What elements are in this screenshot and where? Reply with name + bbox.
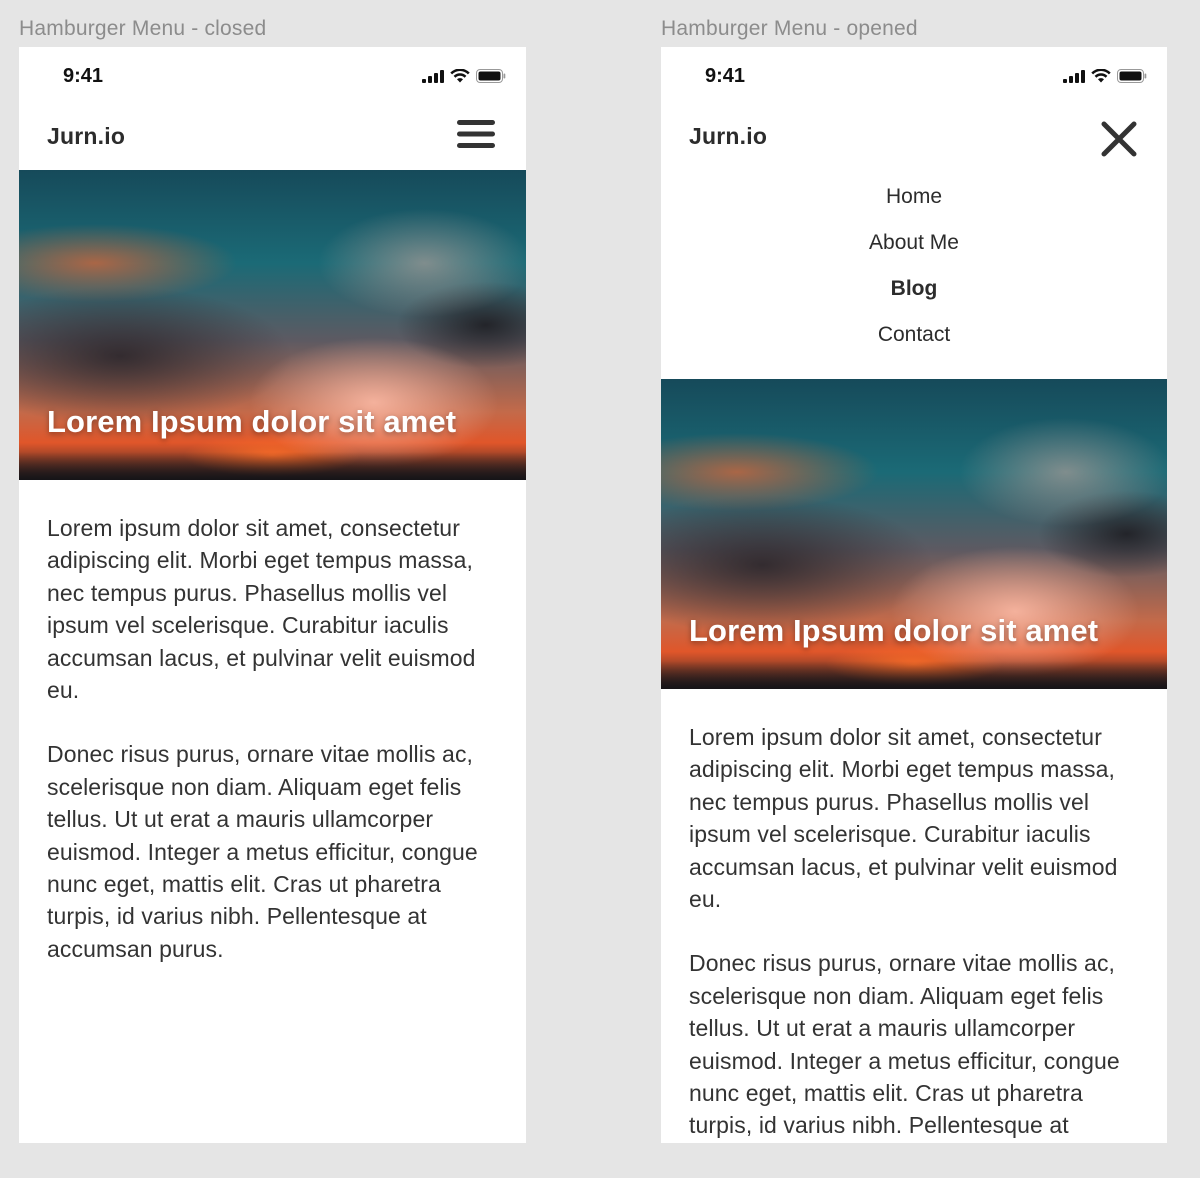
article-body: Lorem ipsum dolor sit amet, consectetur … (661, 689, 1167, 1143)
frame-label-closed: Hamburger Menu - closed (19, 17, 267, 40)
menu-item-about-me[interactable]: About Me (661, 220, 1167, 266)
cellular-signal-icon (1063, 69, 1085, 83)
wifi-icon (1091, 69, 1111, 83)
menu-item-contact[interactable]: Contact (661, 312, 1167, 358)
frame-label-opened: Hamburger Menu - opened (661, 17, 918, 40)
status-bar: 9:41 (661, 47, 1167, 109)
hero-image: Lorem Ipsum dolor sit amet (19, 170, 526, 480)
brand-logo[interactable]: Jurn.io (47, 123, 125, 150)
hamburger-icon[interactable] (456, 119, 496, 154)
hero-title: Lorem Ipsum dolor sit amet (689, 613, 1099, 648)
paragraph: Lorem ipsum dolor sit amet, consectetur … (689, 724, 1118, 913)
status-time: 9:41 (705, 65, 746, 87)
hero-image: Lorem Ipsum dolor sit amet (661, 379, 1167, 689)
status-time: 9:41 (63, 65, 104, 87)
menu-item-home[interactable]: Home (661, 174, 1167, 220)
phone-frame-closed: 9:41 Jurn.io Lorem Ipsum dolor sit amet … (19, 47, 526, 1143)
hero-title: Lorem Ipsum dolor sit amet (47, 404, 457, 439)
brand-logo[interactable]: Jurn.io (689, 123, 767, 150)
nav-menu: Home About Me Blog Contact (661, 170, 1167, 379)
paragraph: Donec risus purus, ornare vitae mollis a… (689, 950, 1120, 1139)
phone-frame-opened: 9:41 Jurn.io Home About Me Blog Contact … (661, 47, 1167, 1143)
wifi-icon (450, 69, 470, 83)
paragraph: Lorem ipsum dolor sit amet, consectetur … (47, 515, 476, 704)
navbar: Jurn.io (661, 109, 1167, 170)
article-body: Lorem ipsum dolor sit amet, consectetur … (19, 480, 526, 965)
status-bar: 9:41 (19, 47, 526, 109)
navbar: Jurn.io (19, 109, 526, 170)
battery-icon (476, 69, 506, 83)
menu-item-blog[interactable]: Blog (661, 266, 1167, 312)
cellular-signal-icon (422, 69, 444, 83)
close-icon[interactable] (1101, 121, 1137, 162)
battery-icon (1117, 69, 1147, 83)
paragraph: Donec risus purus, ornare vitae mollis a… (47, 741, 478, 962)
